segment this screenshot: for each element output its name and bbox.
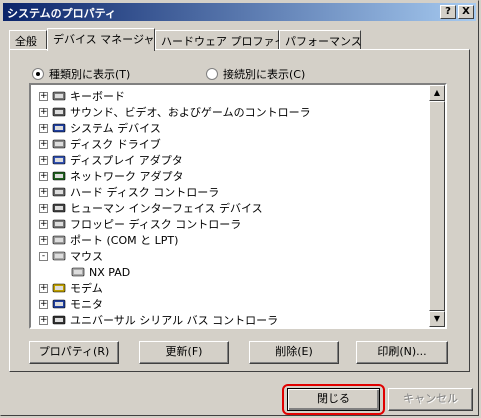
modem-icon — [52, 282, 66, 294]
expand-toggle[interactable]: + — [39, 91, 48, 101]
expand-toggle[interactable]: + — [39, 219, 48, 229]
tree-item[interactable]: + システム デバイス — [39, 120, 161, 136]
expand-toggle[interactable]: + — [39, 123, 48, 133]
vertical-scrollbar[interactable]: ▲ ▼ — [429, 85, 445, 327]
expand-toggle[interactable]: + — [39, 203, 48, 213]
expand-toggle[interactable]: + — [39, 283, 48, 293]
print-button[interactable]: 印刷(N)... — [356, 341, 448, 364]
tree-item-label: ハード ディスク コントローラ — [70, 186, 220, 199]
tree-item-label: ディスプレイ アダプタ — [70, 154, 183, 167]
radio-by-type[interactable]: 種類別に表示(T) — [32, 66, 130, 82]
expand-toggle[interactable]: + — [39, 107, 48, 117]
tab-performance[interactable]: パフォーマンス — [279, 30, 362, 49]
properties-button[interactable]: プロパティ(R) — [29, 341, 119, 364]
monitor-icon — [52, 298, 66, 310]
tree-item[interactable]: + ネットワーク アダプタ — [39, 168, 184, 184]
tree-item[interactable]: NX PAD — [71, 264, 130, 280]
tree-item-label: サウンド、ビデオ、およびゲームのコントローラ — [70, 106, 311, 119]
tree-item-label: ユニバーサル シリアル バス コントローラ — [70, 314, 279, 327]
tree-item-label: フロッピー ディスク コントローラ — [70, 218, 242, 231]
expand-toggle[interactable]: + — [39, 171, 48, 181]
network-adapter-icon — [52, 170, 66, 182]
tree-item[interactable]: + モニタ — [39, 296, 103, 312]
cancel-button[interactable]: キャンセル — [388, 388, 473, 411]
expand-toggle[interactable]: + — [39, 235, 48, 245]
tree-item[interactable]: + ヒューマン インターフェイス デバイス — [39, 200, 263, 216]
radio-by-connection-label: 接続別に表示(C) — [223, 68, 306, 81]
close-window-button[interactable]: X — [458, 5, 474, 19]
keyboard-icon — [52, 90, 66, 102]
tree-item[interactable]: + モデム — [39, 280, 103, 296]
tab-general[interactable]: 全般 — [9, 30, 47, 49]
tree-item[interactable]: - マウス — [39, 248, 103, 264]
expand-toggle[interactable]: + — [39, 155, 48, 165]
mouse-icon — [52, 250, 66, 262]
floppy-controller-icon — [52, 218, 66, 230]
collapse-toggle[interactable]: - — [39, 251, 48, 261]
tree-item-label: ポート (COM と LPT) — [70, 234, 179, 247]
tree-item-label: モニタ — [70, 298, 103, 311]
hdd-controller-icon — [52, 186, 66, 198]
tree-item-label: キーボード — [70, 90, 125, 103]
expand-toggle[interactable]: + — [39, 299, 48, 309]
radio-selected-indicator[interactable] — [32, 68, 44, 80]
expand-toggle[interactable]: + — [39, 139, 48, 149]
tree-item-label: NX PAD — [89, 265, 131, 279]
system-device-icon — [52, 122, 66, 134]
tree-item[interactable]: + ディスプレイ アダプタ — [39, 152, 183, 168]
tree-item[interactable]: + フロッピー ディスク コントローラ — [39, 216, 241, 232]
tab-hardware-profiles[interactable]: ハードウェア プロファイル — [155, 30, 297, 49]
expand-toggle[interactable]: + — [39, 187, 48, 197]
tree-item[interactable]: + サウンド、ビデオ、およびゲームのコントローラ — [39, 104, 311, 120]
radio-unselected-indicator[interactable] — [206, 68, 218, 80]
disk-drive-icon — [52, 138, 66, 150]
tree-item[interactable]: + ユニバーサル シリアル バス コントローラ — [39, 312, 279, 327]
radio-by-type-label: 種類別に表示(T) — [49, 68, 131, 81]
mouse-icon — [71, 266, 85, 278]
tree-item-label: モデム — [70, 282, 103, 295]
tree-item-label: マウス — [70, 250, 103, 263]
remove-button[interactable]: 削除(E) — [249, 341, 339, 364]
window-title: システムのプロパティ — [7, 7, 117, 20]
help-button[interactable]: ? — [440, 5, 456, 19]
tree-item[interactable]: + キーボード — [39, 88, 125, 104]
tree-item-label: ディスク ドライブ — [70, 138, 161, 151]
tree-item[interactable]: + ディスク ドライブ — [39, 136, 161, 152]
sound-icon — [52, 106, 66, 118]
device-tree[interactable]: + キーボード + サウンド、ビデオ、およびゲームのコントローラ + システム デバイス +… — [29, 83, 447, 329]
usb-icon — [52, 314, 66, 326]
tree-item-label: ネットワーク アダプタ — [70, 170, 184, 183]
scroll-thumb[interactable] — [429, 101, 445, 311]
hid-icon — [52, 202, 66, 214]
tree-item[interactable]: + ポート (COM と LPT) — [39, 232, 178, 248]
radio-by-connection[interactable]: 接続別に表示(C) — [206, 66, 305, 82]
tree-item-label: システム デバイス — [70, 122, 161, 135]
system-properties-window: システムのプロパティ ? X 全般 デバイス マネージャ ハードウェア プロファ… — [0, 0, 479, 416]
tab-device-manager[interactable]: デバイス マネージャ — [47, 28, 155, 51]
tree-item[interactable]: + ハード ディスク コントローラ — [39, 184, 219, 200]
tree-item-label: ヒューマン インターフェイス デバイス — [70, 202, 263, 215]
title-bar[interactable]: システムのプロパティ ? X — [3, 3, 476, 21]
highlight-ring — [282, 384, 385, 415]
refresh-button[interactable]: 更新(F) — [139, 341, 229, 364]
scroll-down-button[interactable]: ▼ — [429, 311, 445, 327]
expand-toggle[interactable]: + — [39, 315, 48, 325]
display-adapter-icon — [52, 154, 66, 166]
port-icon — [52, 234, 66, 246]
scroll-up-button[interactable]: ▲ — [429, 85, 445, 101]
